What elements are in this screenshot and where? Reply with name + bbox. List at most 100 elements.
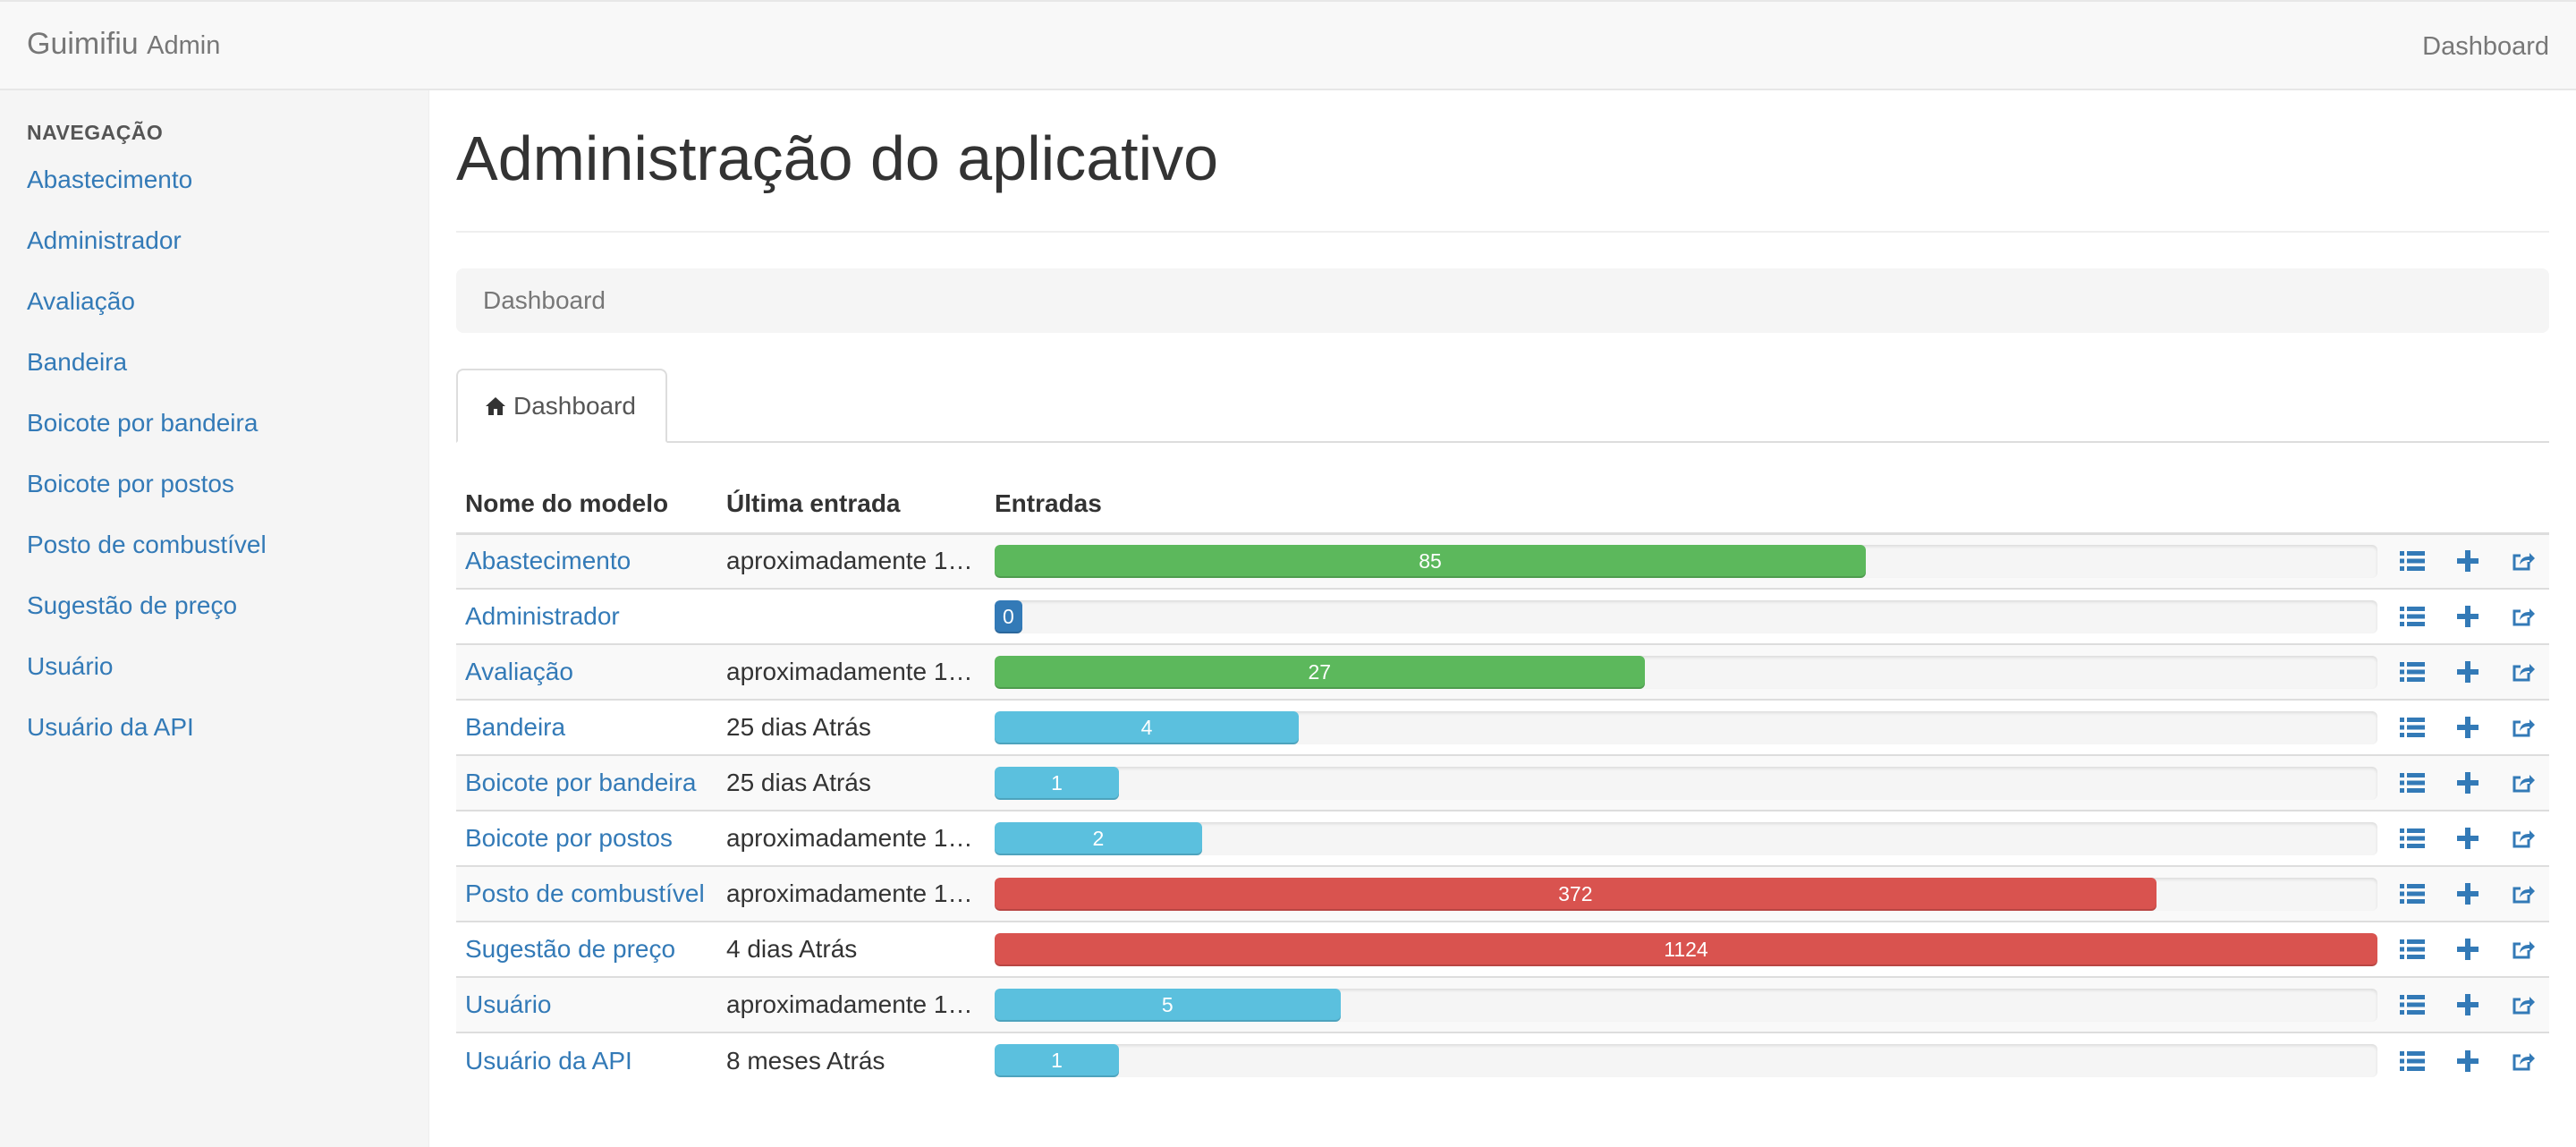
model-name-cell: Sugestão de preço: [456, 921, 717, 977]
last-entry: aproximadamente 1…: [726, 879, 973, 907]
actions-cell: [2386, 810, 2549, 866]
plus-icon[interactable]: [2454, 548, 2481, 574]
plus-icon[interactable]: [2454, 880, 2481, 907]
nav-dashboard-link[interactable]: Dashboard: [2422, 32, 2549, 62]
plus-icon[interactable]: [2454, 714, 2481, 741]
list-icon[interactable]: [2399, 991, 2426, 1018]
entries-progress: 1124: [995, 932, 2377, 966]
last-entry-cell: aproximadamente 1…: [717, 810, 986, 866]
list-icon[interactable]: [2399, 548, 2426, 574]
model-name-cell: Boicote por bandeira: [456, 754, 717, 811]
share-icon[interactable]: [2510, 714, 2537, 741]
plus-icon[interactable]: [2454, 825, 2481, 852]
plus-icon[interactable]: [2454, 658, 2481, 685]
row-actions: [2395, 603, 2540, 630]
column-header-entries: Entradas: [986, 475, 2386, 535]
share-icon[interactable]: [2510, 825, 2537, 852]
list-icon[interactable]: [2399, 936, 2426, 963]
entries-progress-bar: 0: [995, 599, 1022, 633]
sidebar-item-abastecimento[interactable]: Abastecimento: [27, 166, 192, 193]
sidebar-item-boicote-por-postos[interactable]: Boicote por postos: [27, 470, 234, 497]
share-icon[interactable]: [2510, 1048, 2537, 1075]
last-entry-cell: aproximadamente 1…: [717, 865, 986, 922]
table-row: Abastecimento aproximadamente 1… 85: [456, 532, 2549, 589]
share-icon[interactable]: [2510, 880, 2537, 907]
actions-cell: [2386, 921, 2549, 977]
share-icon[interactable]: [2510, 769, 2537, 796]
entries-progress: 27: [995, 655, 2377, 689]
entries-progress: 5: [995, 988, 2377, 1022]
entries-progress: 4: [995, 710, 2377, 744]
share-icon[interactable]: [2510, 603, 2537, 630]
title-divider: [456, 231, 2549, 233]
list-icon[interactable]: [2399, 880, 2426, 907]
model-link[interactable]: Posto de combustível: [465, 879, 708, 908]
share-icon[interactable]: [2510, 548, 2537, 574]
plus-icon[interactable]: [2454, 936, 2481, 963]
list-icon[interactable]: [2399, 603, 2426, 630]
entries-progress-bar: 5: [995, 988, 1341, 1022]
actions-cell: [2386, 699, 2549, 755]
column-header-model-name: Nome do modelo: [456, 475, 717, 535]
model-link[interactable]: Sugestão de preço: [465, 935, 708, 964]
plus-icon[interactable]: [2454, 769, 2481, 796]
table-row: Avaliação aproximadamente 1… 27: [456, 643, 2549, 700]
sidebar-item-avaliacao[interactable]: Avaliação: [27, 287, 135, 315]
last-entry-cell: 4 dias Atrás: [717, 921, 986, 977]
entries-progress-bar: 2: [995, 821, 1202, 855]
sidebar-item-sugestao-de-preco[interactable]: Sugestão de preço: [27, 591, 237, 619]
table-row: Bandeira 25 dias Atrás 4: [456, 699, 2549, 755]
entries-progress-bar: 85: [995, 544, 1866, 578]
entries-progress: 2: [995, 821, 2377, 855]
plus-icon[interactable]: [2454, 991, 2481, 1018]
brand-name: Guimifiu: [27, 27, 139, 61]
last-entry: aproximadamente 1…: [726, 824, 973, 852]
brand-link[interactable]: Guimifiu Admin: [27, 27, 220, 62]
model-link[interactable]: Boicote por postos: [465, 824, 708, 853]
list-icon[interactable]: [2399, 714, 2426, 741]
entries-cell: 372: [986, 865, 2386, 922]
actions-cell: [2386, 976, 2549, 1032]
last-entry: aproximadamente 1…: [726, 547, 973, 575]
plus-icon[interactable]: [2454, 1048, 2481, 1075]
row-actions: [2395, 825, 2540, 852]
sidebar-item-bandeira[interactable]: Bandeira: [27, 348, 127, 376]
tab-dashboard[interactable]: Dashboard: [456, 369, 667, 443]
table-row: Boicote por bandeira 25 dias Atrás 1: [456, 754, 2549, 811]
model-link[interactable]: Usuário da API: [465, 1047, 708, 1075]
list-icon[interactable]: [2399, 658, 2426, 685]
model-link[interactable]: Administrador: [465, 602, 708, 631]
entries-cell: 1: [986, 1032, 2386, 1088]
last-entry-cell: aproximadamente 1…: [717, 532, 986, 589]
list-icon[interactable]: [2399, 1048, 2426, 1075]
actions-cell: [2386, 588, 2549, 644]
list-icon[interactable]: [2399, 825, 2426, 852]
model-link[interactable]: Abastecimento: [465, 547, 708, 575]
row-actions: [2395, 769, 2540, 796]
table-row: Usuário aproximadamente 1… 5: [456, 976, 2549, 1032]
model-name-cell: Usuário da API: [456, 1032, 717, 1088]
actions-cell: [2386, 643, 2549, 700]
sidebar: NAVEGAÇÃO Abastecimento Administrador Av…: [0, 90, 429, 1147]
model-name-cell: Avaliação: [456, 643, 717, 700]
plus-icon[interactable]: [2454, 603, 2481, 630]
sidebar-item-usuario-da-api[interactable]: Usuário da API: [27, 713, 194, 741]
sidebar-item-posto-de-combustivel[interactable]: Posto de combustível: [27, 531, 267, 558]
sidebar-item-boicote-por-bandeira[interactable]: Boicote por bandeira: [27, 409, 258, 437]
entries-progress: 0: [995, 599, 2377, 633]
model-link[interactable]: Usuário: [465, 990, 708, 1019]
share-icon[interactable]: [2510, 936, 2537, 963]
model-name-cell: Usuário: [456, 976, 717, 1032]
model-link[interactable]: Bandeira: [465, 713, 708, 742]
share-icon[interactable]: [2510, 658, 2537, 685]
entries-progress: 1: [995, 766, 2377, 800]
share-icon[interactable]: [2510, 991, 2537, 1018]
entries-progress-bar: 1: [995, 1044, 1120, 1077]
sidebar-item-usuario[interactable]: Usuário: [27, 652, 113, 680]
list-icon[interactable]: [2399, 769, 2426, 796]
model-link[interactable]: Avaliação: [465, 658, 708, 686]
sidebar-item-administrador[interactable]: Administrador: [27, 226, 182, 254]
model-link[interactable]: Boicote por bandeira: [465, 769, 708, 797]
entries-cell: 0: [986, 588, 2386, 644]
table-row: Usuário da API 8 meses Atrás 1: [456, 1032, 2549, 1088]
